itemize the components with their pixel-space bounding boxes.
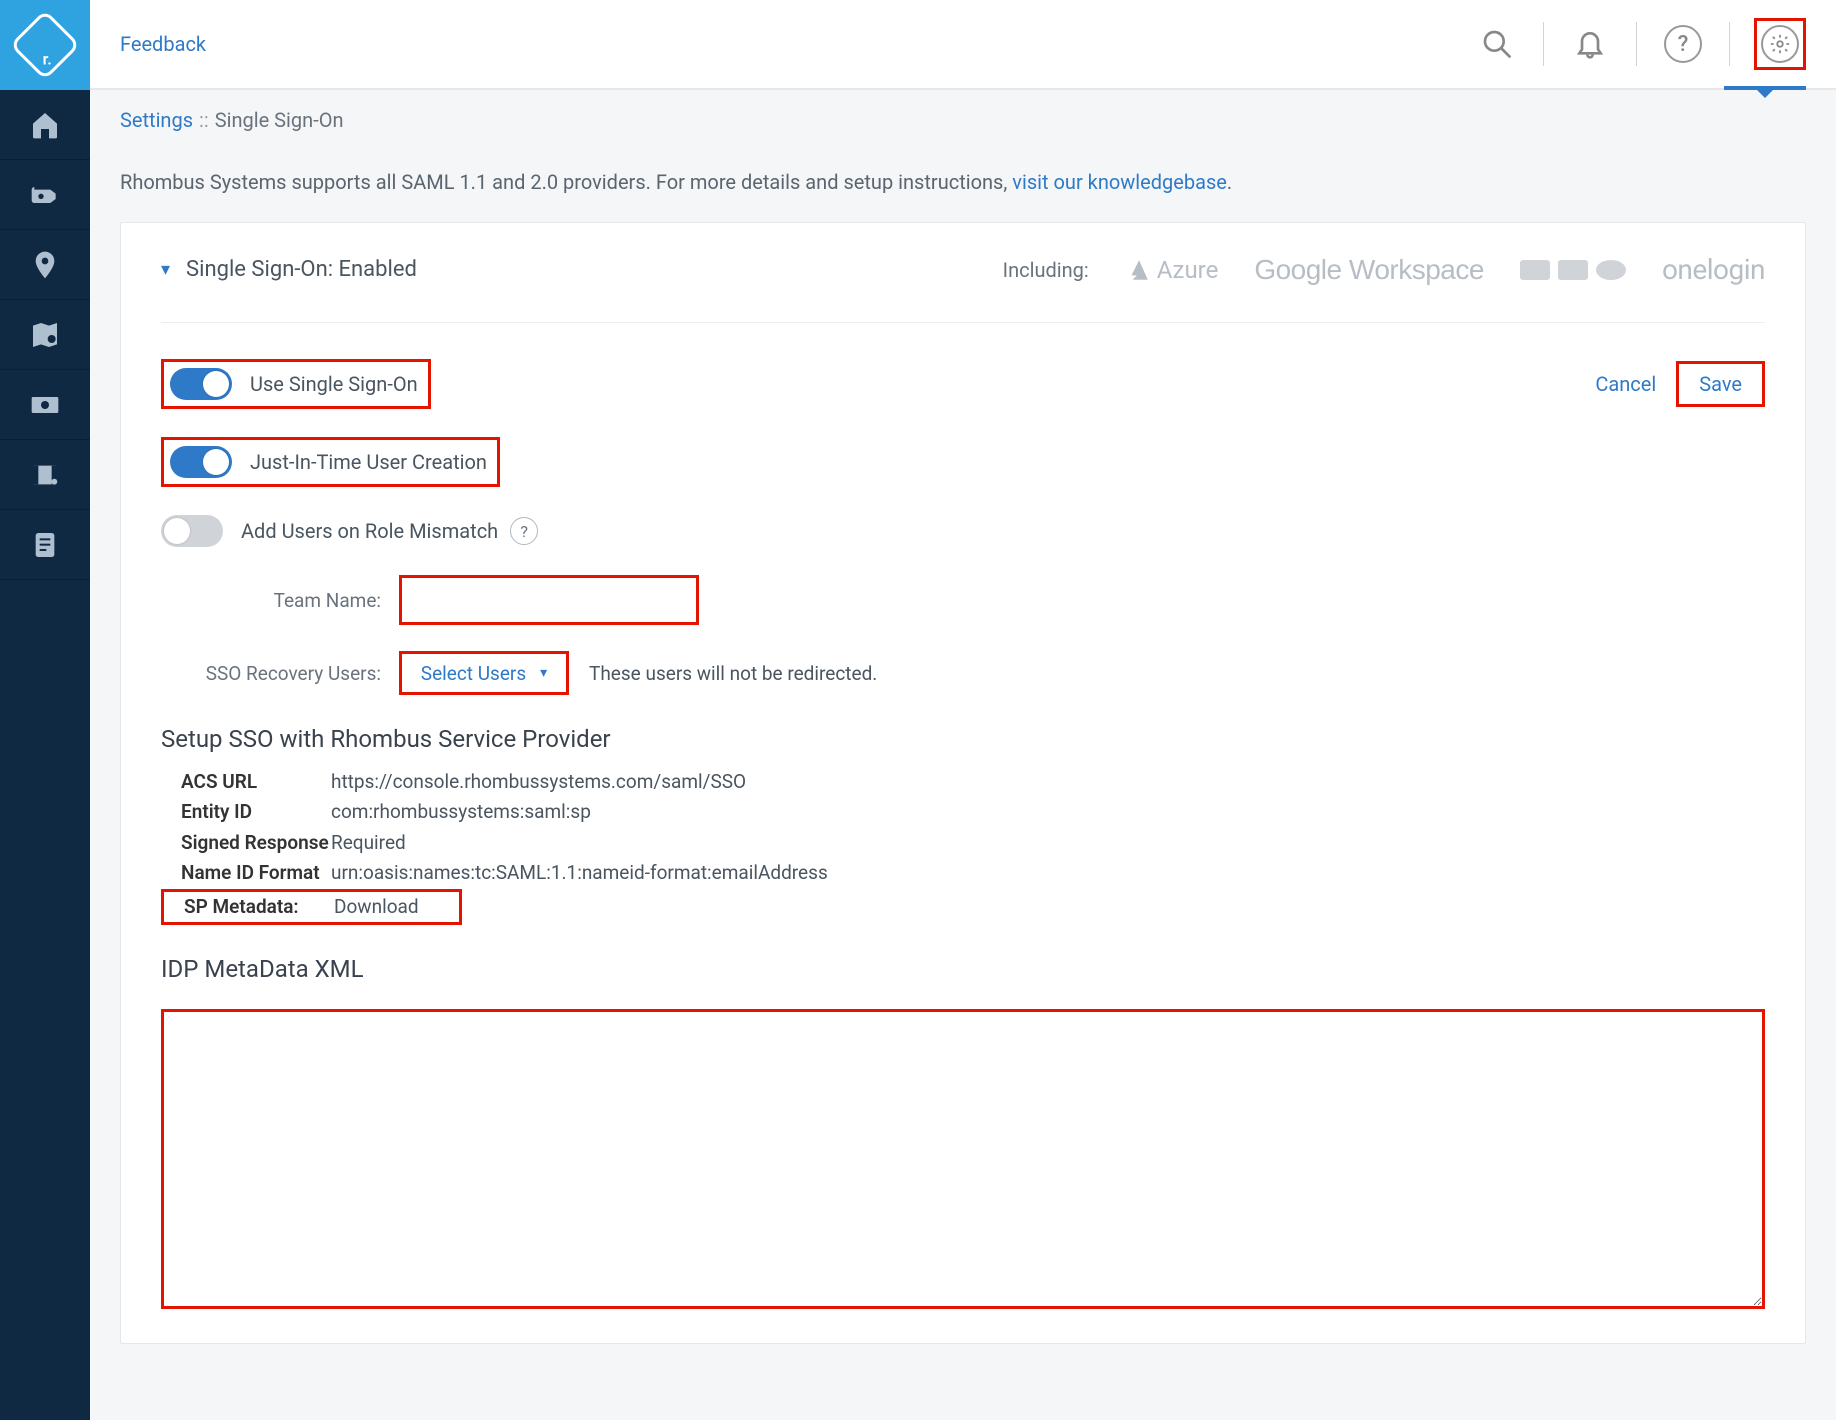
idp-metadata-xml-input[interactable] bbox=[161, 1009, 1765, 1309]
entity-id-key: Entity ID bbox=[161, 797, 331, 827]
provider-azure: Azure bbox=[1125, 256, 1219, 284]
info-pre: Rhombus Systems supports all SAML 1.1 an… bbox=[120, 170, 1012, 194]
idp-section-title: IDP MetaData XML bbox=[161, 955, 1765, 983]
topbar: Feedback ? bbox=[90, 0, 1836, 90]
pin-icon bbox=[29, 249, 61, 281]
collapse-caret[interactable]: ▾ bbox=[161, 259, 170, 280]
use-sso-group: Use Single Sign-On bbox=[161, 359, 431, 409]
use-sso-toggle[interactable] bbox=[170, 368, 232, 400]
signed-response-key: Signed Response bbox=[161, 828, 331, 858]
sp-metadata-download-link[interactable]: Download bbox=[334, 892, 419, 922]
team-name-label: Team Name: bbox=[161, 589, 381, 612]
money-icon bbox=[29, 389, 61, 421]
select-users-dropdown[interactable]: Select Users ▾ bbox=[399, 651, 569, 695]
film-icon bbox=[29, 459, 61, 491]
nameid-format-val: urn:oasis:names:tc:SAML:1.1:nameid-forma… bbox=[331, 858, 828, 888]
panel-header: ▾ Single Sign-On: Enabled Including: Azu… bbox=[161, 253, 1765, 323]
provider-google-workspace: Google Workspace bbox=[1254, 254, 1484, 286]
use-sso-label: Use Single Sign-On bbox=[250, 372, 418, 396]
acs-url-val: https://console.rhombussystems.com/saml/… bbox=[331, 767, 746, 797]
divider bbox=[1729, 22, 1730, 66]
breadcrumb-current: Single Sign-On bbox=[215, 108, 344, 132]
home-icon bbox=[29, 109, 61, 141]
active-tab-indicator bbox=[1724, 86, 1806, 90]
jit-group: Just-In-Time User Creation bbox=[161, 437, 500, 487]
content-area: Rhombus Systems supports all SAML 1.1 an… bbox=[90, 150, 1836, 1420]
providers-list: Including: Azure Google Workspace onelog… bbox=[1003, 253, 1765, 286]
gear-icon bbox=[1761, 25, 1799, 63]
including-label: Including: bbox=[1003, 258, 1089, 282]
role-mismatch-label: Add Users on Role Mismatch bbox=[241, 519, 498, 543]
bell-icon bbox=[1574, 28, 1606, 60]
camera-icon bbox=[29, 179, 61, 211]
select-users-text: Select Users bbox=[421, 662, 526, 685]
divider bbox=[1636, 22, 1637, 66]
document-icon bbox=[29, 529, 61, 561]
info-post: . bbox=[1227, 170, 1232, 194]
breadcrumb: Settings :: Single Sign-On bbox=[90, 90, 1836, 150]
provider-onelogin: onelogin bbox=[1662, 253, 1765, 286]
sp-metadata-key: SP Metadata: bbox=[164, 892, 334, 922]
provider-duo bbox=[1520, 260, 1626, 280]
acs-url-key: ACS URL bbox=[161, 767, 331, 797]
role-mismatch-help[interactable]: ? bbox=[510, 517, 538, 545]
azure-icon bbox=[1125, 257, 1151, 283]
sp-table: ACS URL https://console.rhombussystems.c… bbox=[161, 767, 1765, 925]
nav-cameras[interactable] bbox=[0, 160, 90, 230]
jit-toggle[interactable] bbox=[170, 446, 232, 478]
map-icon bbox=[29, 319, 61, 351]
signed-response-val: Required bbox=[331, 828, 406, 858]
notifications-button[interactable] bbox=[1568, 22, 1612, 66]
help-button[interactable]: ? bbox=[1661, 22, 1705, 66]
feedback-link[interactable]: Feedback bbox=[120, 32, 206, 56]
panel-title: Single Sign-On: Enabled bbox=[186, 257, 417, 282]
nav-reports[interactable] bbox=[0, 510, 90, 580]
settings-button-highlighted[interactable] bbox=[1754, 18, 1806, 70]
breadcrumb-sep: :: bbox=[199, 108, 209, 132]
save-button[interactable]: Save bbox=[1676, 361, 1765, 407]
nav-events[interactable] bbox=[0, 440, 90, 510]
cancel-button[interactable]: Cancel bbox=[1595, 372, 1656, 396]
nav-maps[interactable] bbox=[0, 300, 90, 370]
entity-id-val: com:rhombussystems:saml:sp bbox=[331, 797, 591, 827]
breadcrumb-settings[interactable]: Settings bbox=[120, 108, 193, 132]
role-mismatch-toggle[interactable] bbox=[161, 515, 223, 547]
left-nav bbox=[0, 0, 90, 1420]
help-icon: ? bbox=[1664, 25, 1702, 63]
sso-panel: ▾ Single Sign-On: Enabled Including: Azu… bbox=[120, 222, 1806, 1344]
nav-currency[interactable] bbox=[0, 370, 90, 440]
nameid-format-key: Name ID Format bbox=[161, 858, 331, 888]
jit-label: Just-In-Time User Creation bbox=[250, 450, 487, 474]
recovery-users-hint: These users will not be redirected. bbox=[589, 662, 877, 685]
nav-home[interactable] bbox=[0, 90, 90, 160]
sp-section-title: Setup SSO with Rhombus Service Provider bbox=[161, 725, 1765, 753]
chevron-down-icon: ▾ bbox=[540, 665, 547, 681]
nav-locations[interactable] bbox=[0, 230, 90, 300]
brand-logo[interactable] bbox=[0, 0, 90, 90]
knowledgebase-link[interactable]: visit our knowledgebase bbox=[1012, 170, 1227, 194]
divider bbox=[1543, 22, 1544, 66]
team-name-input[interactable] bbox=[399, 575, 699, 625]
recovery-users-label: SSO Recovery Users: bbox=[161, 662, 381, 685]
search-button[interactable] bbox=[1475, 22, 1519, 66]
search-icon bbox=[1481, 28, 1513, 60]
info-text: Rhombus Systems supports all SAML 1.1 an… bbox=[120, 150, 1806, 222]
